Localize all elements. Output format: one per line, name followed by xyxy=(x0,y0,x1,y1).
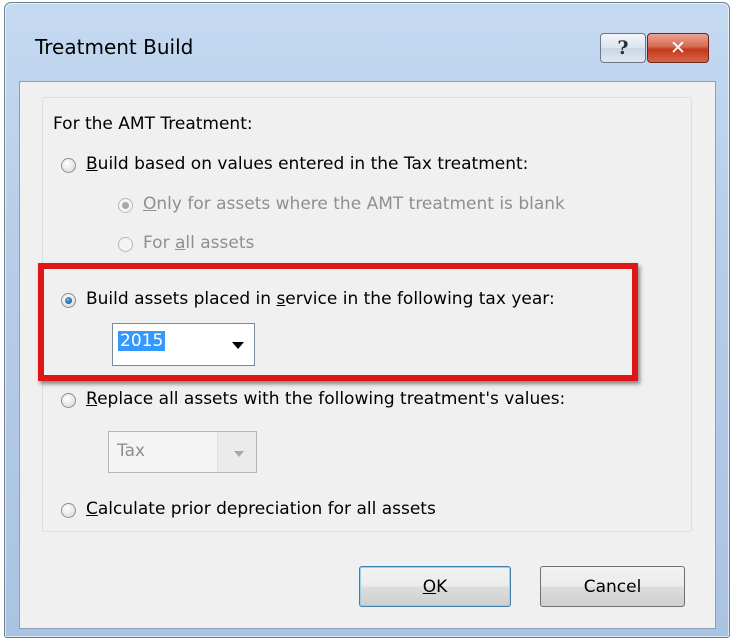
ok-button[interactable]: OK xyxy=(359,566,511,607)
group-label: For the AMT Treatment: xyxy=(53,114,253,134)
prior-dep-label[interactable]: Calculate prior depreciation for all ass… xyxy=(86,499,436,519)
all-assets-radio[interactable] xyxy=(118,237,133,252)
build-tax-label[interactable]: Build based on values entered in the Tax… xyxy=(86,154,528,174)
prior-dep-radio[interactable] xyxy=(61,503,76,518)
highlight-annotation xyxy=(38,263,638,381)
treatment-value: Tax xyxy=(117,441,146,461)
replace-label[interactable]: Replace all assets with the following tr… xyxy=(86,389,565,409)
only-blank-radio[interactable] xyxy=(118,198,133,213)
close-button[interactable]: ✕ xyxy=(647,33,709,63)
treatment-dropdown[interactable]: Tax xyxy=(108,431,257,473)
all-assets-label[interactable]: For all assets xyxy=(143,233,254,253)
replace-radio[interactable] xyxy=(61,393,76,408)
chevron-down-icon xyxy=(234,451,244,457)
build-tax-radio[interactable] xyxy=(61,158,76,173)
help-button[interactable]: ? xyxy=(600,33,646,63)
only-blank-label[interactable]: Only for assets where the AMT treatment … xyxy=(143,194,565,214)
window-title: Treatment Build xyxy=(35,35,194,59)
cancel-button[interactable]: Cancel xyxy=(540,566,685,607)
